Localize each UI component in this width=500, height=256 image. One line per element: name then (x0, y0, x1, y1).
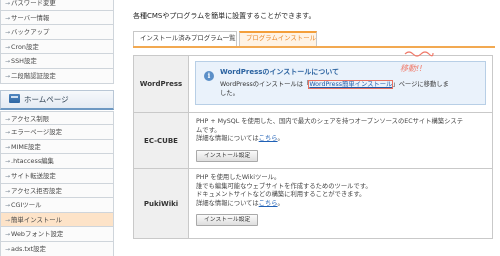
program-name: WordPress (134, 56, 189, 112)
program-text-line1: PHP + MySQL を使用した、国内で最大のシェアを持つオープンソースのEC… (196, 118, 464, 125)
arrow-right-icon: → (5, 115, 11, 123)
program-text-line2: ムです。 (196, 126, 221, 134)
arrow-right-icon: → (5, 158, 11, 166)
arrow-right-icon: → (5, 0, 11, 7)
arrow-right-icon: → (5, 58, 11, 66)
sidebar-item-label: パスワード変更 (11, 0, 56, 7)
sidebar-section-title: ホームページ (24, 94, 69, 104)
sidebar-item-label: アクセス制限 (11, 114, 50, 123)
annotation-text: 移動!! (400, 64, 423, 73)
sidebar-item-label: Webフォント設定 (11, 230, 64, 239)
sidebar-item[interactable]: →簡単インストール (0, 212, 114, 228)
arrow-right-icon: → (5, 14, 11, 22)
arrow-right-icon: → (5, 129, 11, 137)
info-icon: i (204, 71, 214, 81)
sidebar-item-label: MIME設定 (11, 142, 41, 151)
program-name: PukiWiki (134, 169, 189, 238)
arrow-right-icon: → (5, 202, 11, 210)
sidebar-item-label: SSH設定 (11, 57, 37, 66)
sidebar-item[interactable]: →.htaccess編集 (0, 154, 114, 169)
tab-underline (133, 46, 495, 48)
detail-link[interactable]: こちら (259, 200, 278, 207)
sidebar-item[interactable]: →ads.txt設定 (0, 241, 114, 256)
sidebar-item-label: アクセス拒否設定 (11, 186, 62, 195)
sidebar-item[interactable]: →バックアップ (0, 25, 114, 40)
arrow-right-icon: → (5, 29, 11, 37)
sidebar-section-homepage: ホームページ (0, 89, 114, 110)
arrow-right-icon: → (5, 187, 11, 195)
arrow-right-icon: → (5, 245, 11, 253)
program-detail-line: 詳細な情報についてはこちら。 (196, 135, 485, 144)
sidebar-item-label: ads.txt設定 (11, 244, 46, 253)
arrow-right-icon: → (5, 172, 11, 180)
table-row-pukiwiki: PukiWiki PHP を使用したWikiツール。 誰でも編集可能なウェブサイ… (134, 169, 492, 239)
sidebar-item-label: エラーページ設定 (11, 128, 63, 137)
arrow-right-icon: → (5, 72, 11, 80)
program-text-line1: PHP を使用したWikiツール。 (196, 174, 281, 181)
program-detail: i WordPressのインストールについて WordPressのインストールは… (189, 56, 492, 112)
sidebar-item[interactable]: →Webフォント設定 (0, 227, 114, 242)
program-detail: PHP + MySQL を使用した、国内で最大のシェアを持つオープンソースのEC… (189, 113, 492, 168)
sidebar-item-label: CGIツール (11, 201, 42, 210)
table-row-eccube: EC-CUBE PHP + MySQL を使用した、国内で最大のシェアを持つオー… (134, 113, 492, 169)
arrow-right-icon: → (5, 43, 11, 51)
sidebar-item-label: 二段階認証設定 (11, 71, 56, 80)
sidebar-group-homepage: →アクセス制限 →エラーページ設定 →MIME設定 →.htaccess編集 →サイト転… (0, 110, 114, 256)
program-text-line3: ドキュメントサイトなどの構築に利用することができます。 (196, 191, 366, 199)
info-text-line2: した。 (220, 89, 239, 97)
monitor-icon (9, 93, 20, 103)
detail-prefix: 詳細な情報については (196, 135, 259, 143)
install-settings-button[interactable]: インストール設定 (196, 214, 259, 227)
sidebar-item-label: サイト転送設定 (11, 171, 56, 180)
info-title: WordPressのインストールについて (220, 68, 340, 76)
sidebar-item-label: バックアップ (11, 28, 50, 37)
detail-suffix: 。 (277, 199, 284, 207)
sidebar-item[interactable]: →パスワード変更 (0, 0, 114, 11)
detail-prefix: 詳細な情報については (196, 199, 259, 207)
sidebar-item-label: .htaccess編集 (11, 157, 54, 166)
sidebar-item[interactable]: →アクセス拒否設定 (0, 183, 114, 199)
info-box: i WordPressのインストールについて WordPressのインストールは… (195, 61, 486, 105)
program-text-line2: 誰でも編集可能なウェブサイトを作成するためのツールです。 (196, 182, 372, 190)
arrow-right-icon: → (5, 216, 11, 224)
program-name: EC-CUBE (134, 113, 189, 168)
sidebar-item[interactable]: →エラーページ設定 (0, 125, 114, 140)
info-text-after: 」ページに移動しま (392, 81, 449, 88)
sidebar-item-label: 簡単インストール (11, 215, 63, 224)
program-detail-line: 詳細な情報についてはこちら。 (196, 200, 485, 209)
sidebar-item-label: Cron設定 (11, 42, 39, 51)
sidebar-item[interactable]: →CGIツール (0, 198, 114, 213)
sidebar-item[interactable]: →サーバー情報 (0, 10, 114, 26)
table-row-wordpress: WordPress i WordPressのインストールについて WordPre… (134, 56, 492, 113)
program-detail: PHP を使用したWikiツール。 誰でも編集可能なウェブサイトを作成するための… (189, 169, 492, 238)
page-description: 各種CMSやプログラムを簡単に設置することができます。 (133, 12, 316, 20)
sidebar-item[interactable]: →二段階認証設定 (0, 68, 114, 84)
info-body: WordPressのインストールは「WordPress簡単インストール」ページに… (220, 80, 470, 98)
tab-installed-programs[interactable]: インストール済みプログラム一覧 (133, 31, 237, 46)
sidebar-item[interactable]: →SSH設定 (0, 54, 114, 69)
sidebar-item[interactable]: →アクセス制限 (0, 110, 114, 126)
detail-link[interactable]: こちら (259, 135, 278, 142)
wordpress-easy-install-link[interactable]: WordPress簡単インストール (308, 80, 394, 89)
program-table: WordPress i WordPressのインストールについて WordPre… (133, 55, 493, 239)
tab-program-install[interactable]: プログラムインストール (239, 31, 317, 46)
sidebar: →パスワード変更 →サーバー情報 →バックアップ →Cron設定 →SSH設定 →二段階認… (0, 0, 114, 256)
arrow-right-icon: → (5, 143, 11, 151)
sidebar-item-label: サーバー情報 (11, 13, 50, 22)
detail-suffix: 。 (277, 135, 284, 143)
sidebar-group-server: →パスワード変更 →サーバー情報 →バックアップ →Cron設定 →SSH設定 →二段階認… (0, 0, 114, 84)
info-text-before: WordPressのインストールは「 (220, 81, 310, 88)
annotation-squiggle (404, 51, 434, 57)
sidebar-item[interactable]: →Cron設定 (0, 39, 114, 55)
sidebar-item[interactable]: →サイト転送設定 (0, 168, 114, 184)
arrow-right-icon: → (5, 231, 11, 239)
install-settings-button[interactable]: インストール設定 (196, 149, 259, 162)
sidebar-item[interactable]: →MIME設定 (0, 139, 114, 155)
